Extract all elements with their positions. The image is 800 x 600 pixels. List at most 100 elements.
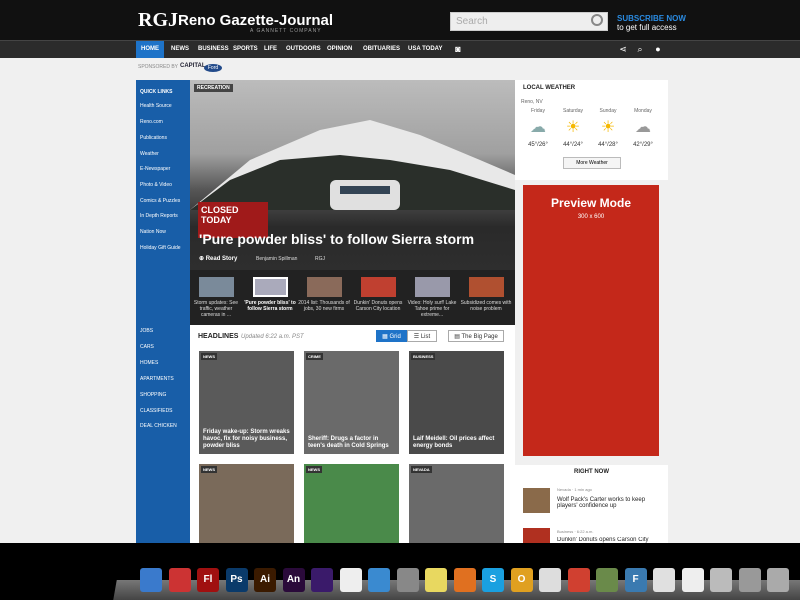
search-input[interactable]: Search [450,12,608,31]
nav-opinion[interactable]: OPINION [322,41,357,58]
downloads-icon[interactable] [738,568,761,592]
thumb-image[interactable] [307,277,342,297]
sidebar-link[interactable]: Holiday Gift Guide [140,245,181,251]
right-now-thumb[interactable] [523,528,550,543]
skype-icon[interactable]: S [482,568,504,592]
chrome-icon[interactable] [567,568,590,592]
headline-card[interactable]: BUSINESS Laif Meidell: Oil prices affect… [409,351,504,454]
sidebar-link2[interactable]: APARTMENTS [140,376,174,382]
camera-icon[interactable]: ◙ [452,44,464,55]
photoshop-icon[interactable]: Ps [225,568,248,592]
ad-preview-title: Preview Mode [550,196,632,210]
outlook-icon[interactable]: O [510,568,533,592]
right-now-source: Business · 6:22 a.m. [557,529,594,534]
finder-icon[interactable] [140,568,162,592]
site-logo[interactable]: RGJ [138,9,178,32]
launchpad-icon[interactable] [539,568,561,592]
illustrator-icon[interactable]: Ai [254,568,276,592]
thumb-image[interactable] [361,277,396,297]
headline-card[interactable]: NEVADA [409,464,504,543]
quick-links-title: QUICK LINKS [140,89,173,95]
card-caption[interactable]: Friday wake-up: Storm wreaks havoc, fix … [203,429,291,450]
nav-search-icon[interactable]: ⌕ [634,44,646,55]
sponsor-label: SPONSORED BY [138,64,179,70]
acrobat-icon[interactable] [339,568,362,592]
brand-name[interactable]: Reno Gazette-Journal [178,12,333,29]
animate-icon[interactable]: An [282,568,305,592]
nav-usatoday[interactable]: USA TODAY [403,41,447,58]
card-tag: NEWS [201,353,217,360]
thumb-caption[interactable]: 2014 list: Thousands of jobs, 30 new fir… [298,300,350,312]
headline-card[interactable]: CRIME Sheriff: Drugs a factor in teen's … [304,351,399,454]
ad-preview[interactable] [523,185,659,456]
headlines-updated: Updated 6:22 a.m. PST [241,334,304,340]
sidebar-link2[interactable]: JOBS [140,328,153,334]
nav-news[interactable]: NEWS [166,41,194,58]
sidebar-link[interactable]: Weather [140,151,159,157]
sidebar-link2[interactable]: DEAL CHICKEN [140,423,177,429]
pdf-icon[interactable] [681,568,704,592]
nav-home[interactable]: HOME [136,41,164,58]
thumb-caption[interactable]: Video: Holy surf! Lake Tahoe prime for e… [406,300,458,318]
right-now-headline[interactable]: Wolf Pack's Carter works to keep players… [557,497,662,509]
headline-card[interactable]: NEWS [199,464,294,543]
read-story-link[interactable]: ⊕ Read Story [199,255,237,262]
rain-cloud-icon: ☁ [530,119,546,136]
thumb-image[interactable] [199,277,234,297]
share-icon[interactable]: ⋖ [617,44,629,55]
card-caption[interactable]: Sheriff: Drugs a factor in teen's death … [308,436,396,450]
thumb-caption[interactable]: Dunkin' Donuts opens Carson City locatio… [352,300,404,312]
sidebar-link[interactable]: Nation Now [140,229,166,235]
folder-icon[interactable] [710,568,732,592]
thumb-caption[interactable]: 'Pure powder bliss' to follow Sierra sto… [244,300,296,312]
fontcase-icon[interactable]: F [624,568,647,592]
thumb-caption[interactable]: Subsidized comes with noise problem [460,300,512,312]
adtracker-icon[interactable] [168,568,191,592]
trash-icon[interactable] [767,568,789,592]
sidebar-link[interactable]: Comics & Puzzles [140,198,180,204]
big-page-button[interactable]: ▤ The Big Page [448,330,504,342]
list-button[interactable]: ☰ List [407,330,437,342]
sidebar-link[interactable]: E-Newspaper [140,166,170,172]
chess-icon[interactable] [596,568,618,592]
sponsor-name[interactable]: CAPITAL [180,63,206,69]
headline-card[interactable]: NEWS [304,464,399,543]
sidebar-link2[interactable]: HOMES [140,360,158,366]
sidebar-link[interactable]: Photo & Video [140,182,172,188]
more-weather-button[interactable]: More Weather [563,157,621,169]
card-caption[interactable]: Laif Meidell: Oil prices affect energy b… [413,436,501,450]
hero-tag[interactable]: RECREATION [194,84,233,92]
hero-title[interactable]: 'Pure powder bliss' to follow Sierra sto… [199,231,474,247]
headline-card[interactable]: NEWS Friday wake-up: Storm wreaks havoc,… [199,351,294,454]
firefox-icon[interactable] [453,568,476,592]
nav-life[interactable]: LIFE [259,41,282,58]
grid-button[interactable]: ▦ Grid [376,330,407,342]
sidebar-link[interactable]: Publications [140,135,167,141]
nav-obituaries[interactable]: OBITUARIES [358,41,405,58]
nav-sports[interactable]: SPORTS [228,41,263,58]
search-icon[interactable] [591,14,603,26]
ford-logo[interactable]: Ford [204,64,222,72]
subscribe-link[interactable]: SUBSCRIBE NOW [617,14,686,23]
sidebar-link2[interactable]: CARS [140,344,154,350]
thumb-image[interactable] [253,277,288,297]
right-now-thumb[interactable] [523,488,550,513]
subscribe-subtext[interactable]: to get full access [617,23,677,32]
thumb-image[interactable] [469,277,504,297]
flash-icon[interactable]: Fl [197,568,219,592]
user-icon[interactable]: ● [652,44,664,55]
sidebar-link2[interactable]: CLASSIFIEDS [140,408,173,414]
sidebar-link[interactable]: In Depth Reports [140,213,178,219]
weather-temp: 44°/28° [598,142,618,148]
photos-icon[interactable] [653,568,675,592]
itunes-icon[interactable] [368,568,390,592]
premiere-icon[interactable] [311,568,333,592]
thumb-image[interactable] [415,277,450,297]
stickies-icon[interactable] [425,568,447,592]
thumb-caption[interactable]: Storm updates: See traffic, weather came… [190,300,242,318]
sidebar-link[interactable]: Health Source [140,103,172,109]
preview-app-icon[interactable] [396,568,419,592]
nav-outdoors[interactable]: OUTDOORS [281,41,326,58]
sidebar-link2[interactable]: SHOPPING [140,392,166,398]
sidebar-link[interactable]: Reno.com [140,119,163,125]
